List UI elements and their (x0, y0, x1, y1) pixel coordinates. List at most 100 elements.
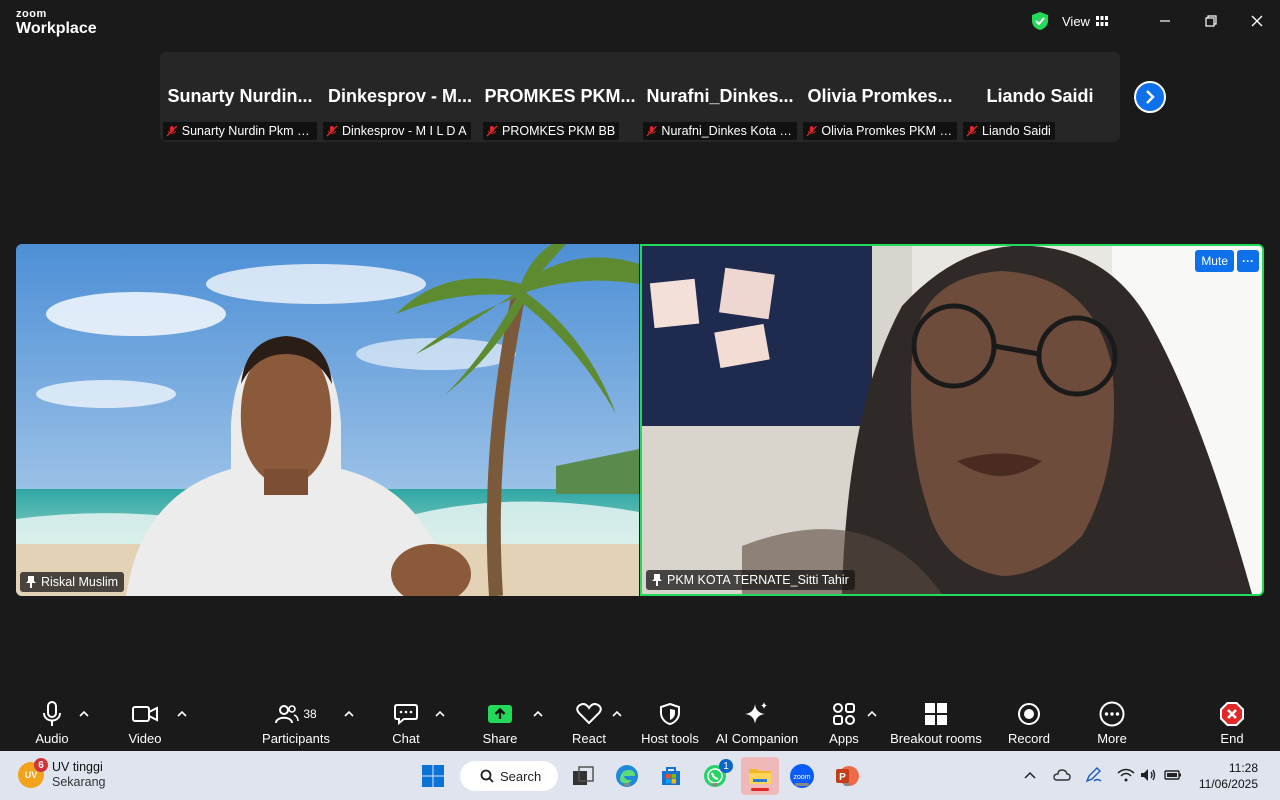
participants-button[interactable]: 38 Participants (262, 699, 330, 749)
participant-display-name: Liando Saidi (986, 86, 1094, 106)
clock-time: 11:28 (1228, 761, 1258, 775)
logo-top: zoom (16, 8, 47, 20)
end-meeting-button[interactable]: End (1216, 699, 1248, 749)
participants-count: 38 (303, 707, 317, 721)
running-indicator (795, 783, 809, 786)
participant-name-tag: Dinkesprov - M I L D A (323, 122, 471, 140)
file-explorer-button[interactable] (741, 757, 779, 795)
chevron-up-icon (533, 710, 543, 717)
video-tile-sitti-tahir[interactable]: Mute ··· PKM KOTA TERNATE_Sitti Tahir (640, 244, 1264, 596)
mute-participant-button[interactable]: Mute (1195, 250, 1234, 272)
weather-widget[interactable]: UV 6 UV tinggi Sekarang (18, 758, 106, 790)
audio-button[interactable]: Audio (34, 699, 70, 749)
video-options-button[interactable]: ··· (1237, 250, 1259, 272)
volume-tray-button[interactable] (1140, 766, 1158, 784)
weather-subtitle: Sekarang (52, 775, 106, 789)
video-label: Video (128, 731, 162, 746)
more-label: More (1097, 731, 1127, 746)
running-indicator (624, 783, 630, 786)
taskbar-search[interactable]: Search (460, 761, 558, 791)
microphone-icon (43, 701, 61, 726)
wifi-icon (1117, 768, 1135, 782)
participant-name-tag: Olivia Promkes PKM G... (803, 122, 957, 140)
store-button[interactable] (657, 762, 685, 790)
participant-thumbnail[interactable]: Olivia Promkes... Olivia Promkes PKM G..… (800, 52, 960, 142)
battery-icon (1164, 770, 1181, 780)
participant-thumbnail[interactable]: Sunarty Nurdin... Sunarty Nurdin Pkm S..… (160, 52, 320, 142)
view-button[interactable]: View (1062, 10, 1108, 32)
audio-label: Audio (35, 731, 69, 746)
clock-date: 11/06/2025 (1198, 777, 1258, 791)
svg-text:zoom: zoom (793, 774, 810, 781)
share-button[interactable]: Share (482, 699, 518, 749)
restore-button[interactable] (1199, 10, 1223, 32)
chat-button[interactable]: Chat (390, 699, 422, 749)
task-view-button[interactable] (569, 762, 597, 790)
onedrive-tray-button[interactable] (1053, 766, 1071, 784)
participant-thumbnail[interactable]: Dinkesprov - M... Dinkesprov - M I L D A (320, 52, 480, 142)
breakout-rooms-button[interactable]: Breakout rooms (890, 699, 982, 749)
minimize-icon (1160, 20, 1170, 22)
participant-tag-label: Nurafni_Dinkes Kota Ti... (661, 124, 793, 138)
record-button[interactable]: Record (1008, 699, 1050, 749)
react-button[interactable]: React (572, 699, 606, 749)
zoom-app-button[interactable]: zoom (788, 762, 816, 790)
taskbar-clock[interactable]: 11:28 11/06/2025 (1199, 760, 1258, 792)
battery-tray-button[interactable] (1164, 766, 1182, 784)
whatsapp-button[interactable]: 1 (701, 759, 733, 790)
react-options-caret[interactable] (611, 707, 623, 719)
video-tile-riskal[interactable]: Riskal Muslim (16, 244, 639, 596)
video-button[interactable]: Video (125, 699, 165, 749)
apps-options-caret[interactable] (866, 707, 878, 719)
share-options-caret[interactable] (532, 707, 544, 719)
more-button[interactable]: More (1094, 699, 1130, 749)
chevron-up-icon (612, 710, 622, 717)
folder-icon (749, 769, 771, 784)
chevron-up-icon (867, 710, 877, 717)
record-label: Record (1008, 731, 1050, 746)
running-indicator (712, 783, 718, 786)
svg-text:P: P (839, 772, 846, 783)
powerpoint-button[interactable]: P (833, 762, 861, 790)
participant-name-tag: Nurafni_Dinkes Kota Ti... (643, 122, 797, 140)
weather-title: UV tinggi (52, 760, 103, 774)
next-page-button[interactable] (1134, 81, 1166, 113)
host-tools-button[interactable]: Host tools (640, 699, 700, 749)
apps-button[interactable]: Apps (829, 699, 859, 749)
video-name-text: Riskal Muslim (41, 575, 119, 589)
video-options-caret[interactable] (176, 707, 188, 719)
ai-sparkle-icon (745, 702, 767, 724)
edge-browser-button[interactable] (613, 762, 641, 790)
participant-webcam-video-image (642, 246, 1262, 594)
participant-thumbnail[interactable]: Liando Saidi Liando Saidi (960, 52, 1120, 142)
meeting-toolbar: Audio Video 38 Participants Chat Share R… (0, 693, 1280, 751)
show-hidden-icons-button[interactable] (1021, 766, 1039, 784)
wifi-tray-button[interactable] (1117, 766, 1135, 784)
pin-icon (26, 576, 36, 588)
audio-options-caret[interactable] (78, 707, 90, 719)
close-icon (1251, 15, 1263, 27)
participant-thumbnail[interactable]: Nurafni_Dinkes... Nurafni_Dinkes Kota Ti… (640, 52, 800, 142)
running-indicator (844, 783, 850, 786)
start-button[interactable] (419, 762, 447, 790)
close-button[interactable] (1245, 10, 1269, 32)
beach-background-video-image (16, 244, 639, 596)
participants-options-caret[interactable] (343, 707, 355, 719)
pen-tray-button[interactable] (1085, 766, 1103, 784)
participant-tag-label: Dinkesprov - M I L D A (342, 124, 467, 138)
record-icon (1018, 703, 1040, 725)
chevron-up-icon (177, 710, 187, 717)
participant-tag-label: Sunarty Nurdin Pkm S... (181, 124, 313, 138)
end-meeting-icon (1220, 702, 1244, 726)
ai-companion-button[interactable]: AI Companion (716, 699, 798, 749)
chat-options-caret[interactable] (434, 707, 446, 719)
minimize-button[interactable] (1153, 10, 1177, 32)
pin-icon (652, 574, 662, 586)
host-tools-label: Host tools (641, 731, 699, 746)
participant-thumbnail[interactable]: PROMKES PKM... PROMKES PKM BB (480, 52, 640, 142)
encryption-shield-icon[interactable] (1031, 11, 1049, 31)
video-name-label: Riskal Muslim (20, 572, 125, 592)
pen-icon (1085, 767, 1102, 783)
title-bar: zoom Workplace View (0, 0, 1280, 44)
participant-tag-label: Liando Saidi (982, 124, 1051, 138)
